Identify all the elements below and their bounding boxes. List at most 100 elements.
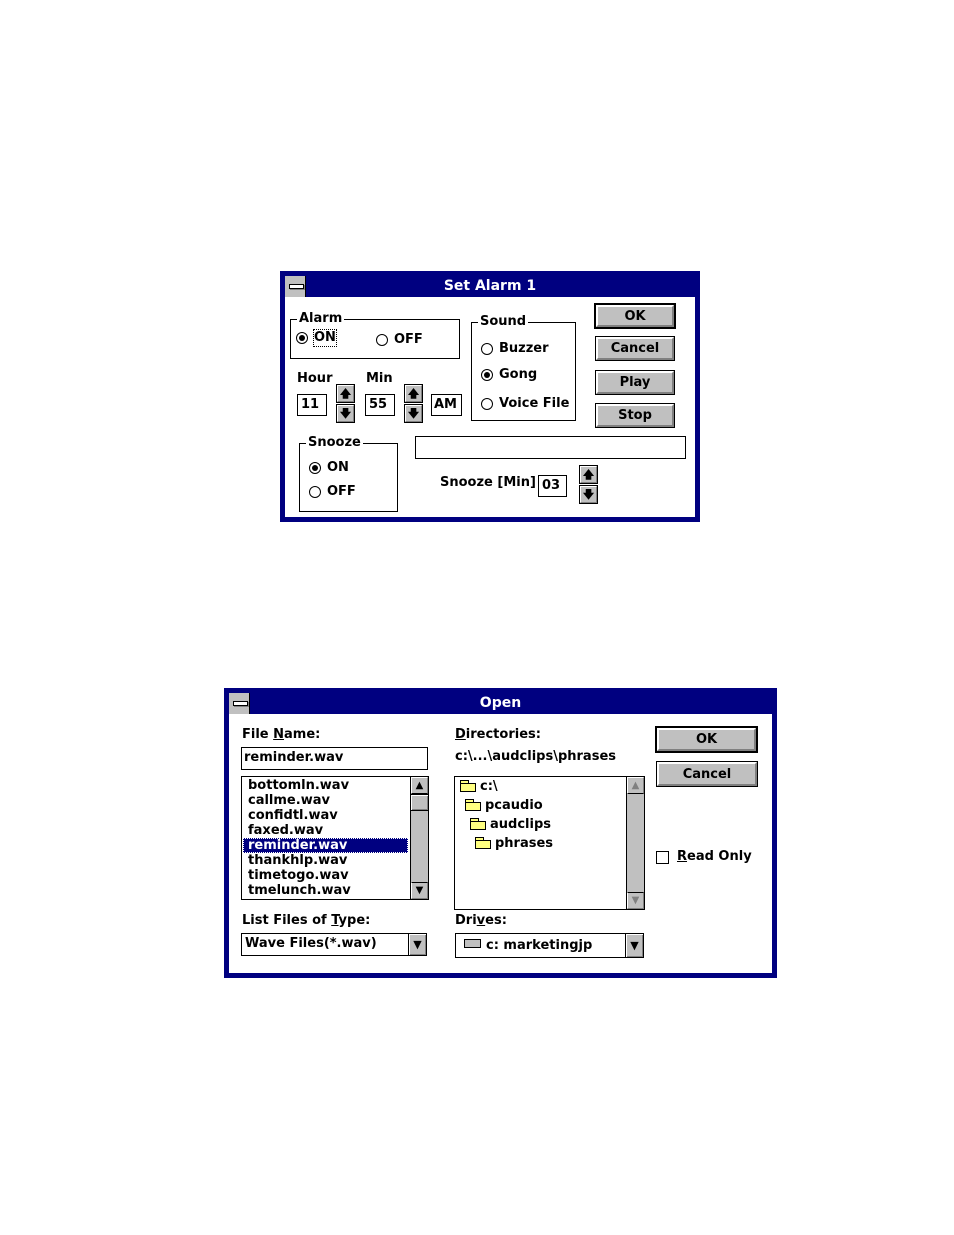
- up-arrow-icon: 🡅: [407, 387, 420, 400]
- folder-open-icon: [475, 837, 491, 849]
- file-list-item[interactable]: tmelunch.wav: [246, 883, 408, 898]
- list-type-value: Wave Files(*.wav): [245, 936, 377, 951]
- snooze-off-radio[interactable]: OFF: [309, 484, 356, 500]
- scroll-thumb[interactable]: [411, 794, 428, 811]
- up-arrow-icon: 🡅: [339, 387, 352, 400]
- alarm-titlebar[interactable]: Set Alarm 1: [285, 276, 695, 297]
- min-spinner: 🡅 🡇: [404, 384, 423, 424]
- hour-label: Hour: [297, 371, 333, 386]
- alarm-ok-label: OK: [596, 305, 674, 327]
- folder-open-icon: [465, 799, 481, 811]
- sound-buzzer-label: Buzzer: [499, 341, 549, 356]
- alarm-client-area: Alarm ON OFF Hour 11 🡅 🡇 Min 55 🡅 🡇 AM S…: [285, 297, 695, 517]
- open-cancel-button[interactable]: Cancel: [656, 761, 758, 787]
- open-dialog-title: Open: [479, 695, 522, 711]
- alarm-stop-button[interactable]: Stop: [595, 403, 675, 428]
- file-list-scrollbar[interactable]: ▲ ▼: [410, 777, 428, 899]
- alarm-on-label: ON: [313, 329, 337, 347]
- min-down-button[interactable]: 🡇: [404, 404, 423, 423]
- file-name-label: File Name:: [242, 727, 321, 742]
- read-only-checkbox[interactable]: [656, 851, 669, 864]
- snooze-min-up-button[interactable]: 🡅: [579, 465, 598, 484]
- drives-dropdown[interactable]: c: marketingjp ▼: [455, 933, 644, 958]
- alarm-play-button[interactable]: Play: [595, 370, 675, 395]
- file-list-item[interactable]: callme.wav: [246, 793, 408, 808]
- radio-empty-icon: [376, 334, 388, 346]
- alarm-stop-label: Stop: [596, 404, 674, 427]
- sound-buzzer-radio[interactable]: Buzzer: [481, 341, 549, 357]
- open-cancel-label: Cancel: [657, 762, 757, 786]
- folder-open-icon: [460, 780, 476, 792]
- directory-item[interactable]: audclips: [470, 815, 551, 834]
- snooze-min-input[interactable]: 03: [538, 475, 567, 497]
- snooze-group-label: Snooze: [306, 435, 363, 451]
- hour-input[interactable]: 11: [297, 394, 327, 416]
- open-titlebar[interactable]: Open: [229, 693, 772, 714]
- system-menu-icon[interactable]: [229, 693, 250, 714]
- folder-open-icon: [470, 818, 486, 830]
- alarm-off-radio[interactable]: OFF: [376, 332, 423, 348]
- scroll-up-button[interactable]: ▲: [627, 777, 644, 794]
- directory-item[interactable]: pcaudio: [465, 796, 543, 815]
- alarm-ok-button[interactable]: OK: [594, 303, 676, 329]
- file-list[interactable]: bottomln.wav callme.wav confidtl.wav fax…: [241, 776, 429, 900]
- alarm-group: Alarm ON OFF: [290, 311, 460, 359]
- radio-empty-icon: [309, 486, 321, 498]
- snooze-off-label: OFF: [327, 484, 356, 499]
- open-ok-button[interactable]: OK: [655, 726, 758, 753]
- alarm-cancel-button[interactable]: Cancel: [595, 336, 675, 361]
- down-arrow-icon: 🡇: [339, 407, 352, 420]
- scroll-down-button[interactable]: ▼: [411, 882, 428, 899]
- list-type-dropdown[interactable]: Wave Files(*.wav) ▼: [241, 933, 427, 956]
- open-ok-label: OK: [657, 728, 756, 751]
- read-only-label[interactable]: Read Only: [677, 849, 752, 864]
- snooze-group: Snooze ON OFF: [299, 435, 398, 512]
- scroll-down-button[interactable]: ▼: [627, 892, 644, 909]
- sound-voice-file-radio[interactable]: Voice File: [481, 396, 569, 412]
- snooze-on-radio[interactable]: ON: [309, 460, 349, 476]
- radio-empty-icon: [481, 398, 493, 410]
- system-menu-icon[interactable]: [285, 276, 306, 297]
- min-input[interactable]: 55: [365, 394, 395, 416]
- directory-list[interactable]: c:\ pcaudio audclips phrases ▲ ▼: [454, 776, 645, 910]
- snooze-min-down-button[interactable]: 🡇: [579, 485, 598, 504]
- scroll-up-button[interactable]: ▲: [411, 777, 428, 794]
- directory-list-scrollbar[interactable]: ▲ ▼: [626, 777, 644, 909]
- min-label: Min: [366, 371, 393, 386]
- ampm-field[interactable]: AM: [431, 394, 462, 416]
- file-list-item-selected[interactable]: reminder.wav: [243, 838, 408, 853]
- hour-spinner: 🡅 🡇: [336, 384, 355, 424]
- file-list-item[interactable]: timetogo.wav: [246, 868, 408, 883]
- file-list-item[interactable]: bottomln.wav: [246, 778, 408, 793]
- list-type-label: List Files of Type:: [242, 913, 371, 928]
- up-arrow-icon: 🡅: [582, 468, 595, 481]
- dropdown-arrow-icon[interactable]: ▼: [625, 934, 643, 957]
- file-list-item[interactable]: confidtl.wav: [246, 808, 408, 823]
- alarm-cancel-label: Cancel: [596, 337, 674, 360]
- directories-label: Directories:: [455, 727, 541, 742]
- hour-down-button[interactable]: 🡇: [336, 404, 355, 423]
- alarm-group-label: Alarm: [297, 311, 345, 327]
- dropdown-arrow-icon[interactable]: ▼: [408, 934, 426, 955]
- hard-drive-icon: [464, 939, 481, 948]
- voice-file-path-input[interactable]: [415, 436, 686, 459]
- min-up-button[interactable]: 🡅: [404, 384, 423, 403]
- hour-up-button[interactable]: 🡅: [336, 384, 355, 403]
- radio-selected-icon: [296, 332, 308, 344]
- down-arrow-icon: ▼: [415, 885, 424, 896]
- sound-group: Sound Buzzer Gong Voice File: [471, 314, 576, 421]
- sound-gong-radio[interactable]: Gong: [481, 367, 537, 383]
- sound-voice-file-label: Voice File: [499, 396, 570, 411]
- directory-item-current[interactable]: phrases: [475, 834, 553, 853]
- open-client-area: File Name: reminder.wav bottomln.wav cal…: [229, 714, 772, 973]
- file-name-input[interactable]: reminder.wav: [241, 747, 428, 770]
- snooze-min-label: Snooze [Min]: [440, 475, 536, 490]
- alarm-on-radio[interactable]: ON: [296, 329, 337, 347]
- up-arrow-icon: ▲: [415, 780, 424, 791]
- file-list-item[interactable]: thankhlp.wav: [246, 853, 408, 868]
- down-arrow-icon: ▼: [631, 895, 640, 906]
- drives-label: Drives:: [455, 913, 507, 928]
- directory-item[interactable]: c:\: [460, 777, 498, 796]
- file-list-item[interactable]: faxed.wav: [246, 823, 408, 838]
- set-alarm-dialog: Set Alarm 1 Alarm ON OFF Hour 11 🡅 🡇 Min…: [280, 271, 700, 522]
